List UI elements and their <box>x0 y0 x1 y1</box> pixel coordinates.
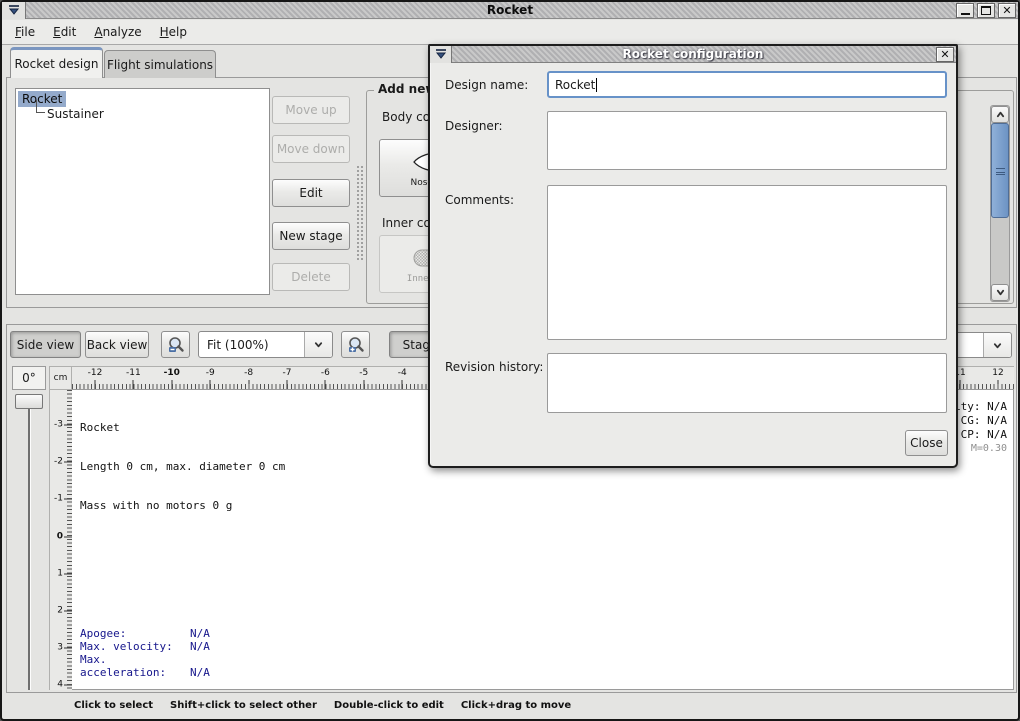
rocket-configuration-dialog: Rocket configuration ✕ Design name: Rock… <box>428 44 958 468</box>
window-titlebar[interactable]: Rocket ✕ <box>2 2 1018 19</box>
zoom-level-value: Fit (100%) <box>199 338 304 352</box>
window-controls: ✕ <box>956 3 1016 18</box>
dialog-menu-button[interactable] <box>430 46 452 63</box>
chevron-up-icon <box>996 110 1005 119</box>
flight-stats: Apogee:N/A Max. velocity:N/A Max. accele… <box>80 627 210 679</box>
ruler-tick-label: 12 <box>992 368 1003 378</box>
design-tree[interactable]: Rocket Sustainer <box>15 88 270 295</box>
window-menu-icon <box>435 49 447 59</box>
design-name-input[interactable]: Rocket <box>547 71 947 98</box>
zoom-out-button[interactable] <box>161 331 190 358</box>
side-view-button[interactable]: Side view <box>10 331 81 358</box>
zoom-combo-dropdown[interactable] <box>304 332 332 357</box>
status-bar: Click to select Shift+click to select ot… <box>2 694 1018 716</box>
text-caret <box>596 78 597 92</box>
window-menu-button[interactable] <box>2 2 26 19</box>
tab-flight-simulations[interactable]: Flight simulations <box>104 50 216 78</box>
edit-button[interactable]: Edit <box>272 179 350 207</box>
window-menu-icon <box>8 5 20 15</box>
dialog-close-action-button[interactable]: Close <box>905 430 948 456</box>
ruler-tick-label: -12 <box>88 368 103 378</box>
status-hint: Double-click to edit <box>334 700 444 711</box>
menu-help[interactable]: Help <box>151 22 196 42</box>
ruler-tick-label: -11 <box>126 368 141 378</box>
chevron-down-icon <box>996 288 1005 297</box>
ruler-tick-label: -2 <box>54 457 63 467</box>
design-name-label: Design name: <box>445 78 528 92</box>
ruler-tick-label: -5 <box>359 368 368 378</box>
ruler-tick-label: -3 <box>54 420 63 430</box>
minimize-icon <box>961 7 970 15</box>
window-title: Rocket <box>2 3 1018 17</box>
rotation-angle-label: 0° <box>12 366 46 390</box>
delete-button[interactable]: Delete <box>272 263 350 291</box>
rotation-slider-track[interactable] <box>28 409 31 690</box>
ruler-tick-label: -8 <box>244 368 253 378</box>
maximize-button[interactable] <box>977 3 995 18</box>
menu-analyze[interactable]: Analyze <box>85 22 150 42</box>
menu-file[interactable]: File <box>6 22 44 42</box>
scrollbar-thumb[interactable] <box>991 123 1009 218</box>
ruler-tick-label: -6 <box>321 368 330 378</box>
ruler-tick-label: 2 <box>57 606 63 616</box>
rocket-info: Rocket Length 0 cm, max. diameter 0 cm M… <box>80 395 285 538</box>
comments-textarea[interactable] <box>547 185 947 340</box>
splitter-handle[interactable] <box>356 165 363 261</box>
vertical-ruler: -3 -2 -1 0 1 2 3 4 <box>49 390 72 690</box>
design-name-value: Rocket <box>555 78 595 92</box>
rotation-slider-handle[interactable] <box>15 394 43 409</box>
revision-history-label: Revision history: <box>445 360 543 374</box>
magnifier-minus-icon <box>167 336 185 354</box>
stage-combo-dropdown[interactable] <box>983 333 1011 357</box>
scrollbar-grip <box>996 168 1005 175</box>
zoom-level-combo[interactable]: Fit (100%) <box>198 331 333 358</box>
ruler-tick-label: 1 <box>57 568 63 578</box>
scroll-down-button[interactable] <box>991 284 1009 301</box>
dialog-titlebar[interactable]: Rocket configuration ✕ <box>430 46 956 63</box>
status-hint: Shift+click to select other <box>170 700 317 711</box>
move-up-button[interactable]: Move up <box>272 96 350 124</box>
ruler-unit-label: cm <box>49 366 72 390</box>
magnifier-plus-icon <box>347 336 365 354</box>
scroll-up-button[interactable] <box>991 106 1009 123</box>
designer-textarea[interactable] <box>547 111 947 170</box>
close-icon: ✕ <box>1002 4 1011 17</box>
status-hint: Click+drag to move <box>461 700 571 711</box>
chevron-down-icon <box>993 341 1002 350</box>
tree-connector <box>36 100 45 113</box>
back-view-button[interactable]: Back view <box>85 331 149 358</box>
close-icon: ✕ <box>940 48 949 61</box>
revision-history-textarea[interactable] <box>547 353 947 413</box>
menu-bar: File Edit Analyze Help <box>2 20 1018 45</box>
ruler-tick-label: -7 <box>283 368 292 378</box>
ruler-tick-label: 4 <box>57 680 63 690</box>
new-stage-button[interactable]: New stage <box>272 222 350 250</box>
minimize-button[interactable] <box>956 3 974 18</box>
comments-label: Comments: <box>445 193 514 207</box>
ruler-tick-label: -10 <box>164 368 180 378</box>
tab-rocket-design[interactable]: Rocket design <box>10 47 103 78</box>
close-button[interactable]: ✕ <box>998 3 1016 18</box>
status-hint: Click to select <box>74 700 153 711</box>
tree-item-sustainer[interactable]: Sustainer <box>47 106 104 122</box>
dialog-title: Rocket configuration <box>430 47 956 61</box>
ruler-tick-label: -1 <box>54 494 63 504</box>
screen: Rocket ✕ File Edit Analyze Help Rocket d… <box>0 0 1020 721</box>
ruler-tick-label: 3 <box>57 643 63 653</box>
designer-label: Designer: <box>445 119 503 133</box>
zoom-in-button[interactable] <box>341 331 370 358</box>
ruler-tick-label: -9 <box>206 368 215 378</box>
menu-edit[interactable]: Edit <box>44 22 85 42</box>
component-scrollbar[interactable] <box>990 105 1010 302</box>
dialog-close-button[interactable]: ✕ <box>936 47 954 62</box>
chevron-down-icon <box>314 340 323 349</box>
maximize-icon <box>981 6 991 15</box>
ruler-tick-label: 0 <box>57 531 63 541</box>
move-down-button[interactable]: Move down <box>272 135 350 163</box>
ruler-tick-label: -4 <box>398 368 407 378</box>
